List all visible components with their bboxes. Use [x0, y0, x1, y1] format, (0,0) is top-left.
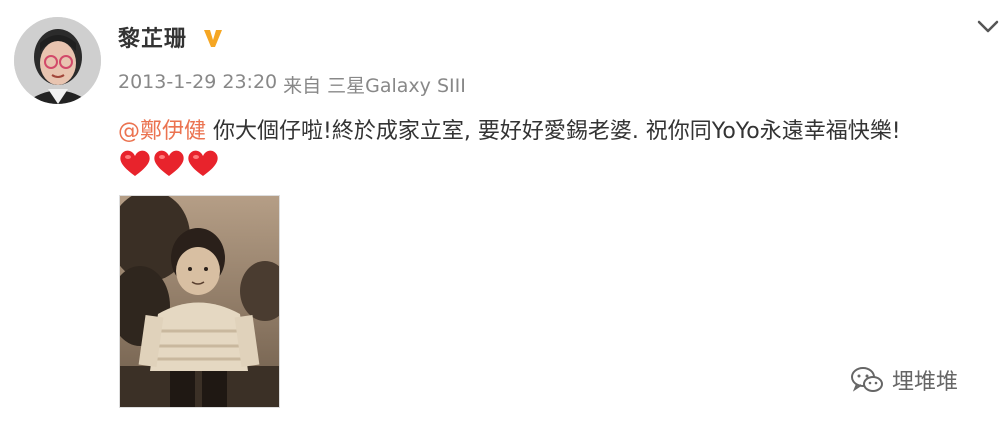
- post-meta: 2013-1-29 23:20 来自 三星Galaxy SIII: [118, 71, 466, 98]
- hearts-row: [118, 148, 220, 178]
- red-heart-icon: [154, 150, 184, 176]
- red-heart-icon: [188, 150, 218, 176]
- post-photo[interactable]: [119, 195, 280, 408]
- username[interactable]: 黎芷珊: [118, 21, 187, 53]
- avatar[interactable]: [14, 17, 101, 104]
- post-text: @鄭伊健 你大個仔啦!終於成家立室, 要好好愛錫老婆. 祝你同YoYo永遠幸福快…: [118, 113, 901, 145]
- watermark: 埋堆堆: [850, 364, 958, 396]
- red-heart-icon: [120, 150, 150, 176]
- timestamp[interactable]: 2013-1-29 23:20: [118, 71, 277, 98]
- wechat-icon: [851, 367, 883, 392]
- mention-link[interactable]: @鄭伊健: [118, 119, 206, 144]
- source-prefix: 来自: [283, 75, 322, 97]
- chevron-down-icon[interactable]: [975, 14, 1000, 40]
- source-device[interactable]: 三星Galaxy SIII: [327, 71, 466, 98]
- verified-v-icon: [204, 30, 222, 47]
- watermark-text: 埋堆堆: [892, 370, 959, 395]
- post-body: 你大個仔啦!終於成家立室, 要好好愛錫老婆. 祝你同YoYo永遠幸福快樂!: [206, 119, 901, 144]
